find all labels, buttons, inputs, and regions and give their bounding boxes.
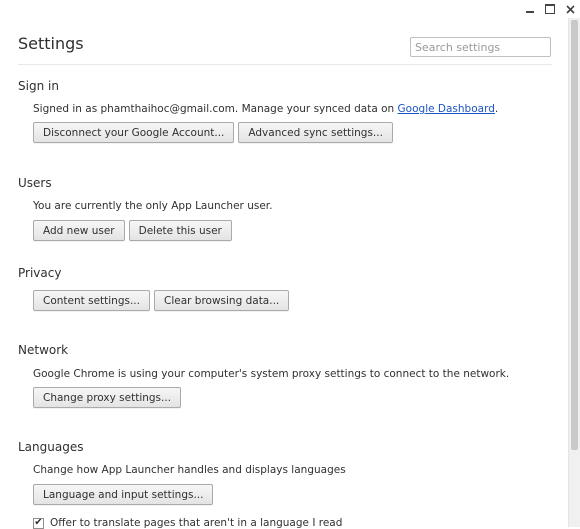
scrollbar-thumb[interactable] <box>571 20 578 450</box>
close-button[interactable] <box>560 0 580 18</box>
sign-in-status-suffix: . <box>494 103 499 115</box>
content-settings-button[interactable]: Content settings... <box>33 290 150 311</box>
google-dashboard-link[interactable]: Google Dashboard <box>398 103 495 115</box>
change-proxy-button[interactable]: Change proxy settings... <box>33 387 182 408</box>
page-title: Settings <box>18 34 84 53</box>
sign-in-status: Signed in as phamthaihoc@gmail.com. Mana… <box>33 103 498 115</box>
users-description: You are currently the only App Launcher … <box>33 200 273 212</box>
privacy-buttons: Content settings... Clear browsing data.… <box>33 290 290 311</box>
network-buttons: Change proxy settings... <box>33 387 182 408</box>
header-divider <box>18 64 552 65</box>
section-title-users: Users <box>18 176 52 190</box>
add-user-button[interactable]: Add new user <box>33 220 125 241</box>
sign-in-status-text: Signed in as phamthaihoc@gmail.com. Mana… <box>33 103 398 115</box>
settings-page: Settings Sign in Signed in as phamthaiho… <box>18 0 552 529</box>
users-buttons: Add new user Delete this user <box>33 220 232 241</box>
section-title-privacy: Privacy <box>18 266 62 280</box>
section-title-sign-in: Sign in <box>18 79 59 93</box>
advanced-sync-button[interactable]: Advanced sync settings... <box>238 122 393 143</box>
section-title-languages: Languages <box>18 440 84 454</box>
languages-description: Change how App Launcher handles and disp… <box>33 464 346 476</box>
translate-checkbox-label: Offer to translate pages that aren't in … <box>50 517 343 529</box>
translate-option[interactable]: ✔ Offer to translate pages that aren't i… <box>33 517 342 529</box>
close-icon <box>565 4 575 14</box>
languages-buttons: Language and input settings... <box>33 484 214 505</box>
disconnect-account-button[interactable]: Disconnect your Google Account... <box>33 122 235 143</box>
network-description: Google Chrome is using your computer's s… <box>33 368 510 380</box>
search-input[interactable] <box>410 37 551 57</box>
vertical-scrollbar[interactable] <box>568 18 580 527</box>
sign-in-buttons: Disconnect your Google Account... Advanc… <box>33 122 393 143</box>
clear-browsing-data-button[interactable]: Clear browsing data... <box>153 290 290 311</box>
section-title-network: Network <box>18 343 69 357</box>
language-input-settings-button[interactable]: Language and input settings... <box>33 484 214 505</box>
delete-user-button[interactable]: Delete this user <box>128 220 232 241</box>
